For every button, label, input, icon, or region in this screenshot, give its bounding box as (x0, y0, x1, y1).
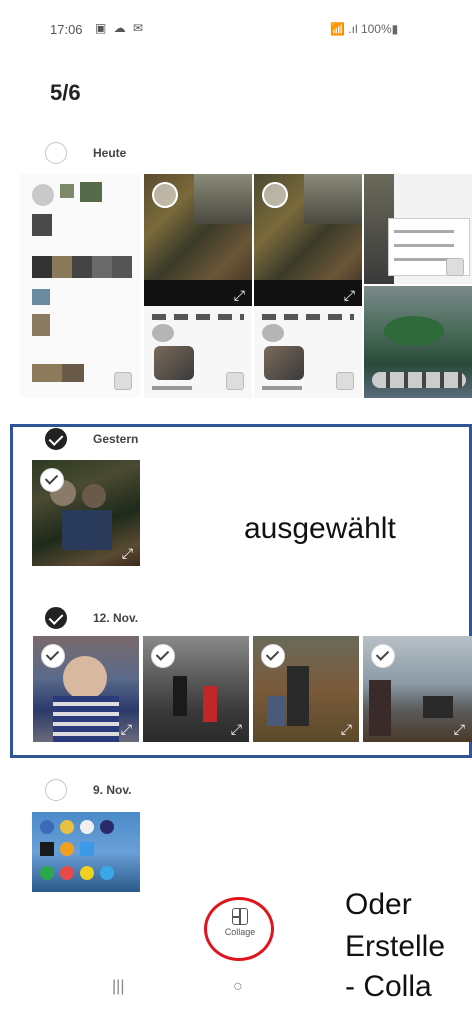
selection-counter: 5/6 (50, 80, 81, 105)
select-day-checkbox[interactable] (45, 142, 67, 164)
select-checkbox[interactable] (151, 644, 175, 668)
section-date-label: Gestern (93, 432, 139, 446)
section-header-9-nov[interactable]: 9. Nov. (45, 777, 131, 803)
recent-apps-button[interactable]: ||| (112, 978, 124, 996)
photo-thumbnail[interactable]: ⤢ (33, 636, 139, 742)
photo-thumbnail[interactable] (364, 174, 472, 284)
expand-icon: ⤢ (453, 721, 465, 737)
annotation-highlight-circle (204, 897, 274, 961)
annotation-or-line2: Erstelle (345, 930, 446, 963)
photo-thumbnail[interactable]: ⤢ (32, 460, 140, 566)
expand-icon: ⤢ (340, 721, 352, 737)
photo-thumbnail[interactable]: ⤢ (363, 636, 472, 742)
annotation-selected-label: ausgewählt (244, 512, 396, 545)
status-time: 17:06 (50, 22, 83, 37)
section-header-gestern[interactable]: Gestern (45, 426, 138, 452)
expand-icon: ⤢ (230, 721, 242, 737)
screenshot-badge-icon (114, 372, 132, 390)
select-checkbox[interactable] (40, 468, 64, 492)
section-date-label: 9. Nov. (93, 783, 132, 797)
screenshot-badge-icon (226, 372, 244, 390)
photo-thumbnail[interactable] (20, 174, 142, 398)
section-date-label: Heute (93, 146, 127, 160)
section-header-12-nov[interactable]: 12. Nov. (45, 605, 138, 631)
screenshot-badge-icon (336, 372, 354, 390)
photo-thumbnail[interactable]: ⤢ (254, 174, 362, 398)
screenshot-badge-icon (446, 258, 464, 276)
expand-icon: ⤢ (233, 287, 245, 303)
annotation-or-line1: Oder (345, 888, 412, 921)
photo-thumbnail[interactable]: ⤢ (144, 174, 252, 398)
photo-thumbnail[interactable] (364, 286, 472, 398)
select-checkbox[interactable] (262, 182, 288, 208)
select-checkbox[interactable] (371, 644, 395, 668)
select-day-checkbox[interactable] (45, 607, 67, 629)
photo-thumbnail[interactable]: ⤢ (143, 636, 249, 742)
section-date-label: 12. Nov. (93, 611, 139, 625)
photo-thumbnail[interactable]: ⤢ (253, 636, 359, 742)
select-checkbox[interactable] (152, 182, 178, 208)
expand-icon: ⤢ (121, 545, 133, 561)
select-checkbox[interactable] (41, 644, 65, 668)
select-day-checkbox[interactable] (45, 428, 67, 450)
annotation-or-line3: - Colla (345, 970, 432, 1003)
expand-icon: ⤢ (343, 287, 355, 303)
expand-icon: ⤢ (120, 721, 132, 737)
select-checkbox[interactable] (261, 644, 285, 668)
status-bar: 17:06 ▣ ☁ ✉ 📶 .ıl 100%▮ (0, 0, 472, 60)
notification-icons: ▣ ☁ ✉ (95, 21, 146, 35)
signal-battery-indicator: 📶 .ıl 100%▮ (330, 22, 399, 36)
section-header-heute[interactable]: Heute (45, 140, 126, 166)
select-day-checkbox[interactable] (45, 779, 67, 801)
photo-thumbnail[interactable] (32, 812, 140, 892)
home-button[interactable]: ○ (233, 978, 243, 996)
